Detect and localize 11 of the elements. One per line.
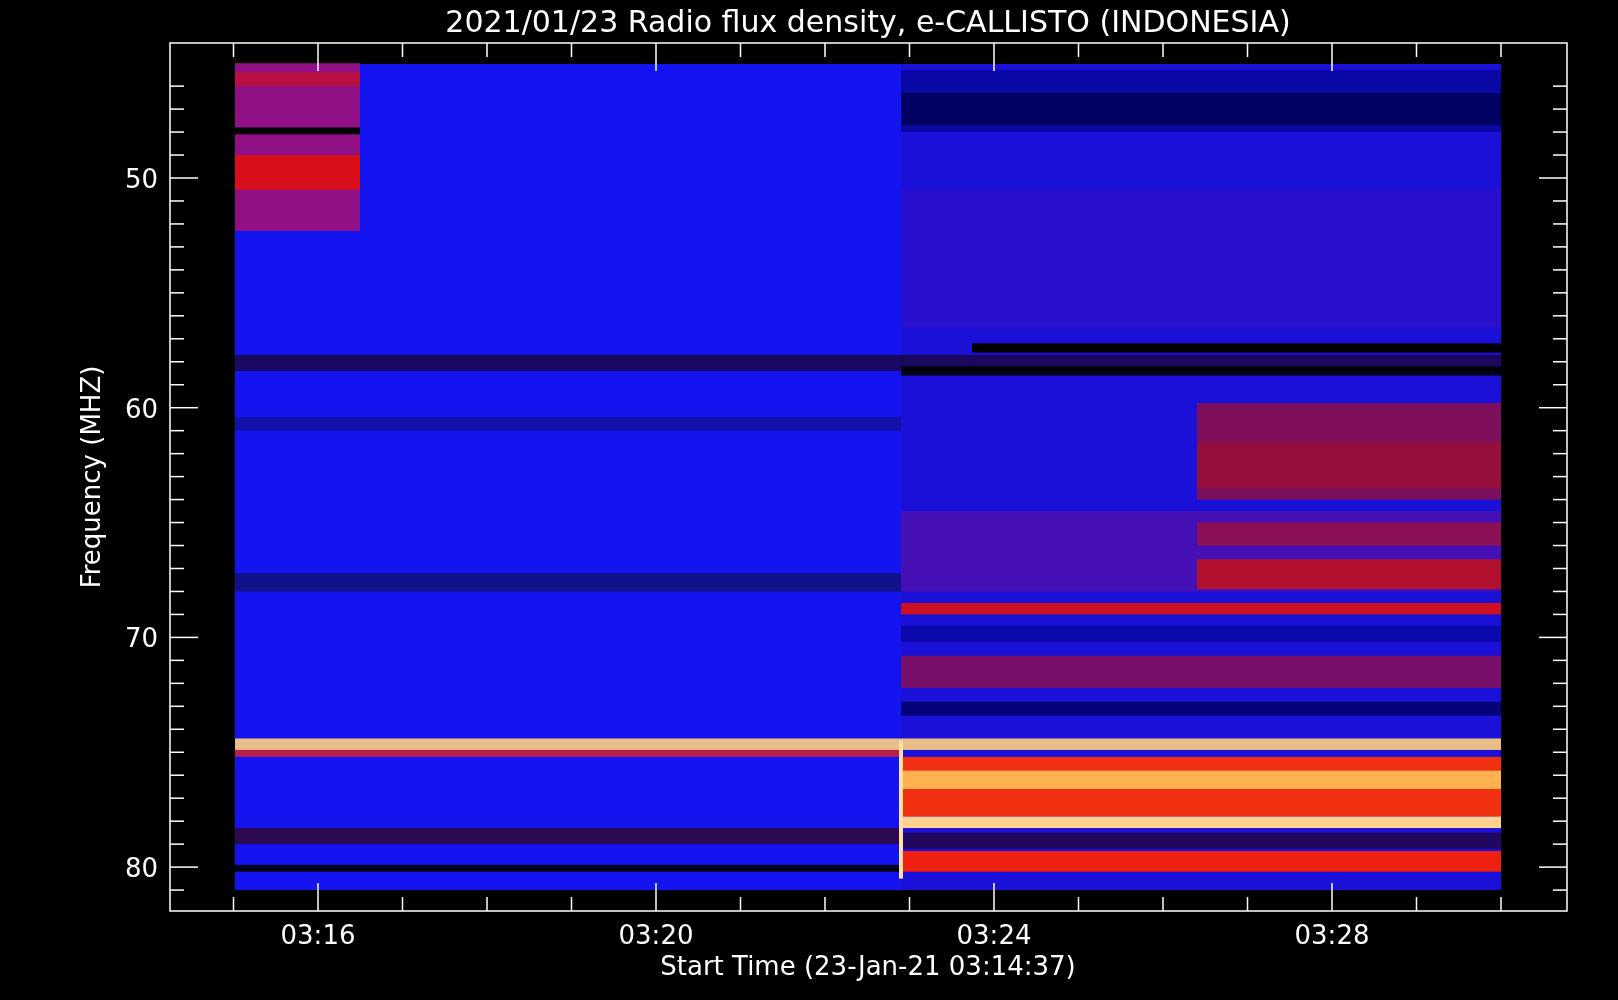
tick-label: 03:24 bbox=[956, 920, 1032, 950]
axis-label: Start Time (23-Jan-21 03:14:37) bbox=[660, 951, 1076, 981]
tick-label: 03:28 bbox=[1294, 920, 1370, 950]
tick-label: 80 bbox=[124, 853, 158, 884]
tick-label: 60 bbox=[124, 393, 158, 424]
chart-title: 2021/01/23 Radio flux density, e-CALLISTO (INDONESIA) bbox=[445, 4, 1291, 39]
tick-label: 50 bbox=[124, 164, 158, 194]
tick-label: 03:20 bbox=[618, 920, 694, 950]
tick-label: 03:16 bbox=[280, 920, 356, 950]
axis-label: Frequency (MHZ) bbox=[76, 365, 106, 589]
tick-label: 70 bbox=[124, 623, 158, 654]
